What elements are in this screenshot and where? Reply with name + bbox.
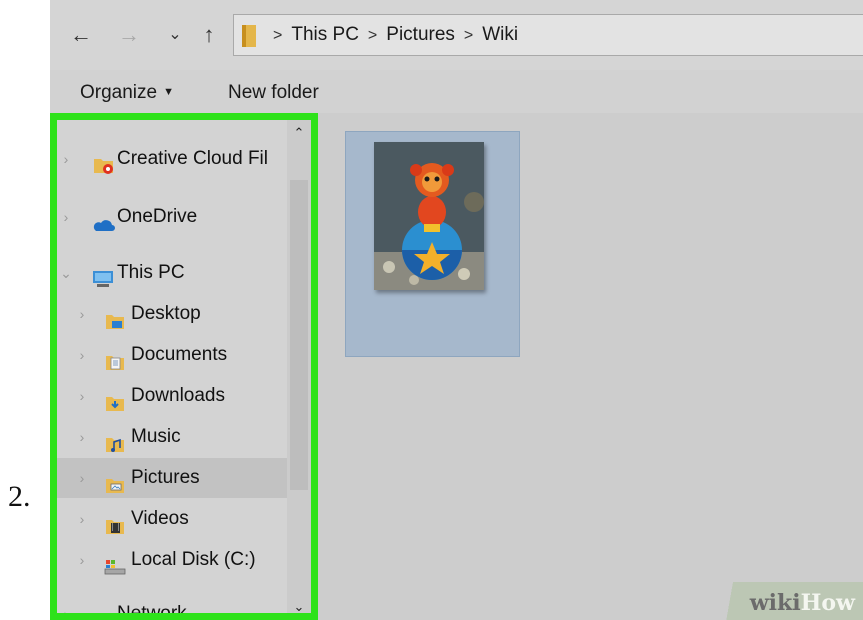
nav-item-label: Pictures <box>131 467 200 488</box>
breadcrumb-separator: > <box>367 27 378 44</box>
nav-item-label: Desktop <box>131 303 201 324</box>
chevron-right-icon: › <box>79 388 85 404</box>
onedrive-cloud-icon <box>91 208 115 231</box>
chevron-right-icon: › <box>63 209 69 225</box>
forward-button[interactable]: → <box>116 20 142 50</box>
breadcrumb-separator: > <box>273 27 283 44</box>
nav-item-music[interactable]: › Music <box>57 417 287 457</box>
breadcrumb-pictures[interactable]: Pictures <box>386 24 455 45</box>
nav-pane-scrollbar[interactable]: ⌃ ⌄ <box>287 120 311 613</box>
breadcrumb: > This PC > Pictures > Wiki <box>264 15 518 55</box>
computer-icon <box>91 264 113 287</box>
creative-cloud-folder-icon <box>93 150 113 174</box>
chevron-right-icon: › <box>63 606 69 620</box>
nav-item-label: Videos <box>131 508 189 529</box>
watermark-how: How <box>800 590 855 616</box>
breadcrumb-separator: > <box>463 27 474 44</box>
nav-item-onedrive[interactable]: › OneDrive <box>57 197 287 237</box>
nav-item-label: OneDrive <box>117 206 198 227</box>
folder-icon <box>242 25 256 47</box>
pictures-folder-icon <box>105 469 124 493</box>
address-bar[interactable]: > This PC > Pictures > Wiki <box>233 14 863 56</box>
recent-locations-button[interactable]: ⌄ <box>162 20 188 50</box>
navigation-pane: › Creative Cloud Fil › OneDrive ⌄ This P… <box>50 113 318 620</box>
chevron-right-icon: › <box>79 306 85 322</box>
downloads-folder-icon <box>105 387 124 411</box>
chevron-right-icon: › <box>63 151 69 167</box>
breadcrumb-this-pc[interactable]: This PC <box>291 24 359 45</box>
organize-button[interactable]: Organize ▼ <box>80 82 174 104</box>
nav-item-label: Documents <box>131 344 228 365</box>
watermark-wiki: wiki <box>749 590 801 616</box>
toy-figure-photo-thumbnail <box>374 142 484 290</box>
file-explorer-window: ← → ⌄ ↑ > This PC > Pictures > Wiki Organize ▼… <box>50 0 863 620</box>
nav-item-creative-cloud-files[interactable]: › Creative Cloud Fil <box>57 139 287 179</box>
network-icon <box>91 605 109 613</box>
chevron-down-icon: ⌄ <box>60 265 72 281</box>
back-button[interactable]: ← <box>68 20 94 50</box>
nav-item-local-disk-c[interactable]: › Local Disk (C:) <box>57 540 287 580</box>
chevron-right-icon: › <box>79 429 85 445</box>
nav-item-this-pc[interactable]: ⌄ This PC <box>57 253 287 293</box>
chevron-right-icon: › <box>79 347 85 363</box>
chevron-right-icon: › <box>79 470 85 486</box>
documents-folder-icon <box>105 346 124 370</box>
nav-item-videos[interactable]: › Videos <box>57 499 287 539</box>
caret-down-icon: ▼ <box>163 86 174 98</box>
selected-image-file[interactable] <box>345 131 520 357</box>
chevron-right-icon: › <box>79 552 85 568</box>
new-folder-button[interactable]: New folder <box>228 82 319 104</box>
step-number: 2. <box>8 480 31 513</box>
address-row: ← → ⌄ ↑ > This PC > Pictures > Wiki <box>50 0 863 70</box>
music-folder-icon <box>105 428 124 452</box>
wikihow-watermark: wikiHow <box>703 582 863 620</box>
local-disk-icon <box>103 551 126 575</box>
nav-item-documents[interactable]: › Documents <box>57 335 287 375</box>
nav-item-label: This PC <box>117 262 185 283</box>
nav-item-label: Music <box>131 426 181 447</box>
nav-item-downloads[interactable]: › Downloads <box>57 376 287 416</box>
file-list-pane <box>318 113 863 620</box>
scroll-up-arrow-icon[interactable]: ⌃ <box>287 122 311 144</box>
nav-item-label: Network <box>117 603 187 620</box>
scroll-down-arrow-icon[interactable]: ⌄ <box>287 596 311 613</box>
nav-item-label: Creative Cloud Fil <box>117 148 268 169</box>
nav-item-network[interactable]: › Network <box>57 594 287 620</box>
nav-item-desktop[interactable]: › Desktop <box>57 294 287 334</box>
nav-item-label: Downloads <box>131 385 225 406</box>
breadcrumb-wiki[interactable]: Wiki <box>482 24 518 45</box>
nav-item-pictures[interactable]: › Pictures <box>57 458 287 498</box>
scrollbar-thumb[interactable] <box>290 180 308 490</box>
desktop-folder-icon <box>105 305 124 329</box>
videos-folder-icon <box>105 510 124 534</box>
organize-label: Organize <box>80 82 158 103</box>
chevron-right-icon: › <box>79 511 85 527</box>
nav-item-label: Local Disk (C:) <box>131 549 256 570</box>
up-button[interactable]: ↑ <box>196 20 222 50</box>
